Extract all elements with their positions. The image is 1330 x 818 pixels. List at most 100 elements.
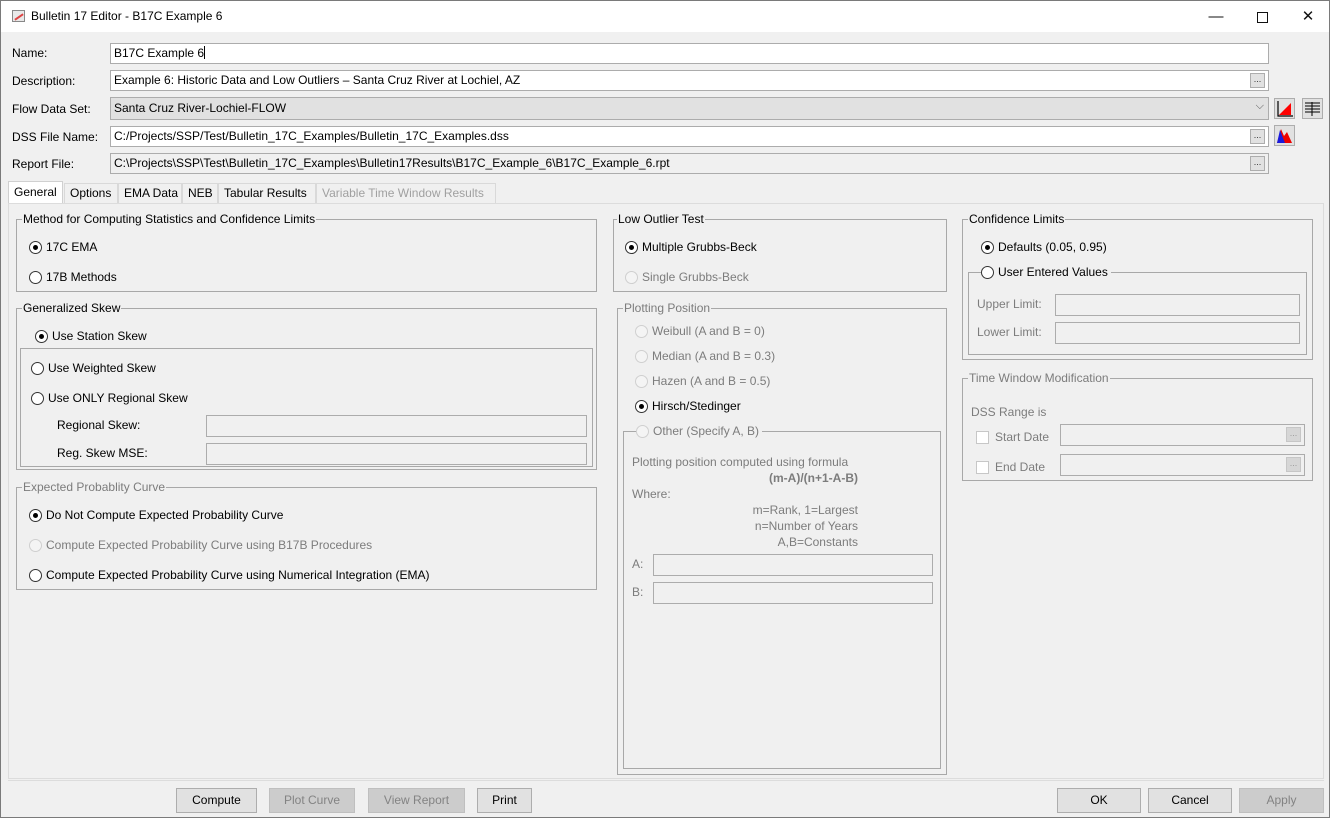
description-input[interactable]: Example 6: Historic Data and Low Outlier… xyxy=(110,70,1269,91)
radio-hirsch-stedinger[interactable]: Hirsch/Stedinger xyxy=(635,399,741,413)
tab-tabular-results[interactable]: Tabular Results xyxy=(218,183,316,203)
plot-frequency-button[interactable] xyxy=(1274,98,1295,119)
table-button[interactable] xyxy=(1302,98,1323,119)
expected-probability-title: Expected Probablity Curve xyxy=(22,480,167,494)
low-outlier-test-title: Low Outlier Test xyxy=(617,212,705,226)
radio-disabled-icon xyxy=(635,324,648,338)
time-window-group: Time Window Modification DSS Range is St… xyxy=(962,371,1313,481)
close-button[interactable]: ✕ xyxy=(1285,1,1330,32)
b-input xyxy=(653,582,933,604)
radio-label: Compute Expected Probability Curve using… xyxy=(46,568,430,582)
radio-label: 17C EMA xyxy=(46,240,98,254)
def-n: n=Number of Years xyxy=(754,519,858,533)
compute-button[interactable]: Compute xyxy=(176,788,257,813)
radio-disabled-icon xyxy=(635,349,648,363)
start-date-input: ... xyxy=(1060,424,1305,446)
cancel-button[interactable]: Cancel xyxy=(1148,788,1232,813)
radio-label: Hirsch/Stedinger xyxy=(652,399,741,413)
radio-other-specify: Other (Specify A, B) xyxy=(636,424,763,438)
report-browse-button[interactable]: ... xyxy=(1250,156,1265,171)
checkbox-label: End Date xyxy=(995,460,1046,474)
tab-neb[interactable]: NEB xyxy=(182,183,218,203)
radio-checked-icon xyxy=(625,240,638,254)
tab-ema-data[interactable]: EMA Data xyxy=(118,183,182,203)
dss-browse-button[interactable]: ... xyxy=(1250,129,1265,144)
maximize-button[interactable] xyxy=(1239,1,1285,32)
lower-limit-label: Lower Limit: xyxy=(977,325,1042,339)
report-file-label: Report File: xyxy=(12,157,75,171)
radio-label: Hazen (A and B = 0.5) xyxy=(652,374,771,388)
lower-limit-input xyxy=(1055,322,1300,344)
def-m: m=Rank, 1=Largest xyxy=(752,503,858,517)
radio-label: Multiple Grubbs-Beck xyxy=(642,240,757,254)
report-file-value: C:\Projects\SSP\Test\Bulletin_17C_Exampl… xyxy=(114,156,670,170)
radio-label: Use ONLY Regional Skew xyxy=(48,391,188,405)
radio-unchecked-icon xyxy=(31,361,44,375)
chart-app-icon xyxy=(12,10,25,22)
radio-label: User Entered Values xyxy=(998,265,1108,279)
radio-checked-icon xyxy=(29,508,42,522)
expected-probability-group: Expected Probablity Curve Do Not Compute… xyxy=(16,480,597,590)
description-label: Description: xyxy=(12,74,76,88)
radio-use-station-skew[interactable]: Use Station Skew xyxy=(35,329,147,343)
maximize-icon xyxy=(1256,11,1268,23)
radio-compute-expected-b17b: Compute Expected Probability Curve using… xyxy=(29,538,372,552)
radio-multiple-grubbs-beck[interactable]: Multiple Grubbs-Beck xyxy=(625,240,757,254)
radio-label: Use Station Skew xyxy=(52,329,147,343)
description-value: Example 6: Historic Data and Low Outlier… xyxy=(114,73,521,87)
radio-label: Defaults (0.05, 0.95) xyxy=(998,240,1107,254)
print-button[interactable]: Print xyxy=(477,788,532,813)
radio-17c-ema[interactable]: 17C EMA xyxy=(29,240,97,254)
radio-checked-icon xyxy=(29,240,42,254)
plot-histogram-button[interactable] xyxy=(1274,125,1295,146)
generalized-skew-group: Generalized Skew Use Station Skew Use We… xyxy=(16,301,597,470)
radio-unchecked-icon xyxy=(29,270,42,284)
name-input[interactable]: B17C Example 6 xyxy=(110,43,1269,64)
method-group: Method for Computing Statistics and Conf… xyxy=(16,212,597,292)
plotting-position-group: Plotting Position Weibull (A and B = 0) … xyxy=(617,301,947,775)
reg-skew-mse-label: Reg. Skew MSE: xyxy=(57,446,148,460)
def-ab: A,B=Constants xyxy=(777,535,858,549)
radio-use-only-regional-skew[interactable]: Use ONLY Regional Skew xyxy=(31,391,188,405)
tab-options[interactable]: Options xyxy=(64,183,118,203)
dss-file-name-input[interactable]: C:/Projects/SSP/Test/Bulletin_17C_Exampl… xyxy=(110,126,1269,147)
radio-compute-expected-ema[interactable]: Compute Expected Probability Curve using… xyxy=(29,568,430,582)
b-label: B: xyxy=(632,585,644,599)
radio-user-entered-values[interactable]: User Entered Values xyxy=(981,265,1111,279)
radio-disabled-icon xyxy=(635,374,648,388)
radio-label: Weibull (A and B = 0) xyxy=(652,324,765,338)
flow-data-set-label: Flow Data Set: xyxy=(12,102,91,116)
report-file-input[interactable]: C:\Projects\SSP\Test\Bulletin_17C_Exampl… xyxy=(110,153,1269,174)
text-caret xyxy=(204,46,206,59)
ok-button[interactable]: OK xyxy=(1057,788,1141,813)
radio-disabled-icon xyxy=(625,270,638,284)
flow-data-set-select[interactable]: Santa Cruz River-Lochiel-FLOW ⌵ xyxy=(110,97,1269,120)
window-title: Bulletin 17 Editor - B17C Example 6 xyxy=(31,9,223,23)
radio-checked-icon xyxy=(35,329,48,343)
description-browse-button[interactable]: ... xyxy=(1250,73,1265,88)
radio-17b-methods[interactable]: 17B Methods xyxy=(29,270,117,284)
histogram-plot-icon xyxy=(1277,129,1292,143)
tab-variable-time-window-results: Variable Time Window Results xyxy=(316,183,496,203)
radio-unchecked-icon xyxy=(29,568,42,582)
checkbox-label: Start Date xyxy=(995,430,1050,444)
radio-do-not-compute-expected[interactable]: Do Not Compute Expected Probability Curv… xyxy=(29,508,283,522)
checkbox-icon xyxy=(976,460,989,474)
start-date-checkbox: Start Date xyxy=(976,430,1049,444)
regional-skew-input[interactable] xyxy=(206,415,587,437)
reg-skew-mse-input[interactable] xyxy=(206,443,587,465)
tab-general[interactable]: General xyxy=(8,181,63,204)
radio-label: Other (Specify A, B) xyxy=(653,424,760,438)
name-value: B17C Example 6 xyxy=(114,46,205,60)
confidence-limits-group: Confidence Limits Defaults (0.05, 0.95) … xyxy=(962,212,1313,360)
plot-curve-button: Plot Curve xyxy=(269,788,355,813)
time-window-title: Time Window Modification xyxy=(968,371,1110,385)
minimize-button[interactable]: — xyxy=(1193,1,1239,32)
radio-label: Single Grubbs-Beck xyxy=(642,270,749,284)
radio-use-weighted-skew[interactable]: Use Weighted Skew xyxy=(31,361,156,375)
skew-options-subgroup: Use Weighted Skew Use ONLY Regional Skew… xyxy=(20,348,593,467)
flow-data-set-value: Santa Cruz River-Lochiel-FLOW xyxy=(114,101,287,115)
radio-label: 17B Methods xyxy=(46,270,117,284)
radio-disabled-icon xyxy=(636,424,649,438)
radio-defaults[interactable]: Defaults (0.05, 0.95) xyxy=(981,240,1107,254)
